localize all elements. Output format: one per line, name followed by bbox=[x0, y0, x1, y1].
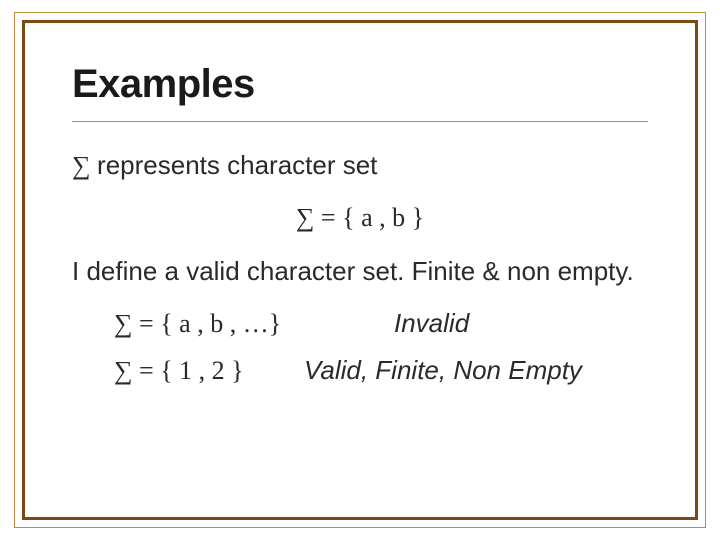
definition-line: ∑ = { a , b } bbox=[72, 201, 648, 235]
example-invalid-expr: ∑ = { a , b , …} bbox=[114, 306, 394, 341]
slide: Examples ∑ represents character set ∑ = … bbox=[0, 0, 720, 540]
content-area: Examples ∑ represents character set ∑ = … bbox=[72, 44, 648, 496]
example-valid: ∑ = { 1 , 2 } Valid, Finite, Non Empty bbox=[114, 353, 648, 388]
intro-line: ∑ represents character set bbox=[72, 148, 648, 183]
title-divider bbox=[72, 121, 648, 122]
sigma-symbol: ∑ bbox=[72, 151, 97, 180]
example-invalid: ∑ = { a , b , …} Invalid bbox=[114, 306, 648, 341]
definition-note: I define a valid character set. Finite &… bbox=[72, 254, 648, 288]
intro-text: represents character set bbox=[97, 150, 377, 180]
page-title: Examples bbox=[72, 62, 648, 107]
example-invalid-note: Invalid bbox=[394, 306, 469, 341]
example-valid-expr: ∑ = { 1 , 2 } bbox=[114, 353, 304, 388]
example-valid-note: Valid, Finite, Non Empty bbox=[304, 353, 582, 388]
